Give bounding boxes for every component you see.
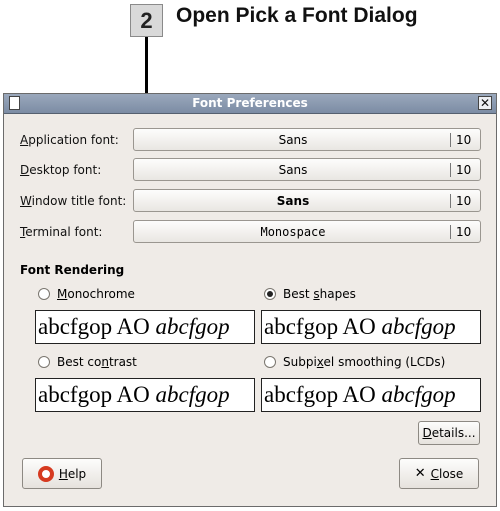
radio-monochrome[interactable]: Monochrome bbox=[38, 287, 135, 301]
sample-italic-text: abcfgop bbox=[155, 382, 230, 407]
help-button[interactable]: Help bbox=[22, 458, 102, 489]
mnemonic: A bbox=[20, 133, 29, 147]
font-name: Sans bbox=[278, 163, 308, 177]
label-text: etails... bbox=[431, 426, 476, 440]
label-post: hapes bbox=[319, 287, 356, 301]
radio-indicator[interactable] bbox=[264, 356, 276, 368]
sample-italic-text: abcfgop bbox=[155, 314, 230, 339]
font-size: 10 bbox=[456, 163, 472, 177]
label-text: esktop font: bbox=[29, 163, 102, 177]
radio-subpixel-smoothing[interactable]: Subpixel smoothing (LCDs) bbox=[264, 355, 445, 369]
details-button[interactable]: Details... bbox=[418, 421, 480, 445]
close-button[interactable]: ✕ Close bbox=[399, 458, 479, 489]
mnemonic: n bbox=[101, 355, 109, 369]
radio-label: Subpixel smoothing (LCDs) bbox=[283, 355, 445, 369]
font-size: 10 bbox=[456, 225, 472, 239]
application-font-button[interactable]: Sans 10 bbox=[133, 128, 481, 151]
terminal-font-button[interactable]: Monospace 10 bbox=[133, 220, 481, 243]
label-post: onochrome bbox=[67, 287, 135, 301]
radio-indicator[interactable] bbox=[38, 288, 50, 300]
sample-regular-text: abcfgop AO bbox=[38, 382, 156, 407]
terminal-font-label: Terminal font: bbox=[20, 225, 102, 239]
label-pre: Subpi bbox=[283, 355, 317, 369]
radio-label: Best shapes bbox=[283, 287, 356, 301]
separator bbox=[450, 194, 451, 208]
font-preferences-window: Font Preferences ✕ Application font: San… bbox=[3, 93, 497, 507]
label-text: indow title font: bbox=[31, 194, 127, 208]
close-icon: ✕ bbox=[414, 466, 426, 481]
radio-best-shapes[interactable]: Best shapes bbox=[264, 287, 356, 301]
sample-italic-text: abcfgop bbox=[381, 382, 456, 407]
radio-best-contrast[interactable]: Best contrast bbox=[38, 355, 137, 369]
font-name: Sans bbox=[276, 194, 310, 208]
font-name: Sans bbox=[278, 133, 308, 147]
label-text: elp bbox=[67, 466, 87, 481]
desktop-font-label: Desktop font: bbox=[20, 163, 101, 177]
mnemonic: W bbox=[20, 194, 32, 208]
mnemonic: x bbox=[316, 355, 324, 369]
separator bbox=[450, 133, 451, 147]
callout-step-number: 2 bbox=[130, 4, 163, 37]
button-label: Help bbox=[59, 467, 86, 481]
sample-subpixel-smoothing[interactable]: abcfgop AO abcfgop bbox=[261, 378, 481, 412]
sample-italic-text: abcfgop bbox=[381, 314, 456, 339]
title-bar[interactable]: Font Preferences ✕ bbox=[4, 94, 496, 114]
callout-caption: Open Pick a Font Dialog bbox=[176, 4, 418, 27]
label-text: pplication font: bbox=[28, 133, 119, 147]
font-size: 10 bbox=[456, 194, 472, 208]
application-font-label: Application font: bbox=[20, 133, 119, 147]
desktop-font-button[interactable]: Sans 10 bbox=[133, 158, 481, 181]
mnemonic: D bbox=[422, 426, 432, 440]
sample-regular-text: abcfgop AO bbox=[264, 314, 382, 339]
window-title-font-label: Window title font: bbox=[20, 194, 126, 208]
font-name: Monospace bbox=[260, 225, 326, 239]
font-size: 10 bbox=[456, 133, 472, 147]
window-close-button[interactable]: ✕ bbox=[478, 96, 492, 110]
radio-label: Monochrome bbox=[57, 287, 135, 301]
radio-indicator[interactable] bbox=[264, 288, 276, 300]
window-title: Font Preferences bbox=[192, 96, 308, 110]
label-post: trast bbox=[108, 355, 137, 369]
label-post: el smoothing (LCDs) bbox=[323, 355, 446, 369]
separator bbox=[450, 225, 451, 239]
mnemonic: M bbox=[57, 287, 68, 301]
sample-regular-text: abcfgop AO bbox=[38, 314, 156, 339]
sample-best-shapes[interactable]: abcfgop AO abcfgop bbox=[261, 310, 481, 344]
label-text: erminal font: bbox=[25, 225, 103, 239]
label-pre: Best bbox=[283, 287, 314, 301]
mnemonic: H bbox=[58, 466, 68, 481]
window-title-font-button[interactable]: Sans 10 bbox=[133, 189, 481, 212]
radio-indicator[interactable] bbox=[38, 356, 50, 368]
help-lifebuoy-icon bbox=[37, 465, 54, 482]
sample-monochrome[interactable]: abcfgop AO abcfgop bbox=[35, 310, 255, 344]
sample-best-contrast[interactable]: abcfgop AO abcfgop bbox=[35, 378, 255, 412]
radio-label: Best contrast bbox=[57, 355, 137, 369]
mnemonic: C bbox=[430, 466, 439, 481]
sample-regular-text: abcfgop AO bbox=[264, 382, 382, 407]
separator bbox=[450, 163, 451, 177]
mnemonic: D bbox=[20, 163, 30, 177]
button-label: Details... bbox=[422, 426, 475, 440]
font-rendering-heading: Font Rendering bbox=[20, 263, 125, 277]
label-pre: Best co bbox=[57, 355, 102, 369]
button-label: Close bbox=[431, 467, 464, 481]
label-text: lose bbox=[438, 466, 464, 481]
